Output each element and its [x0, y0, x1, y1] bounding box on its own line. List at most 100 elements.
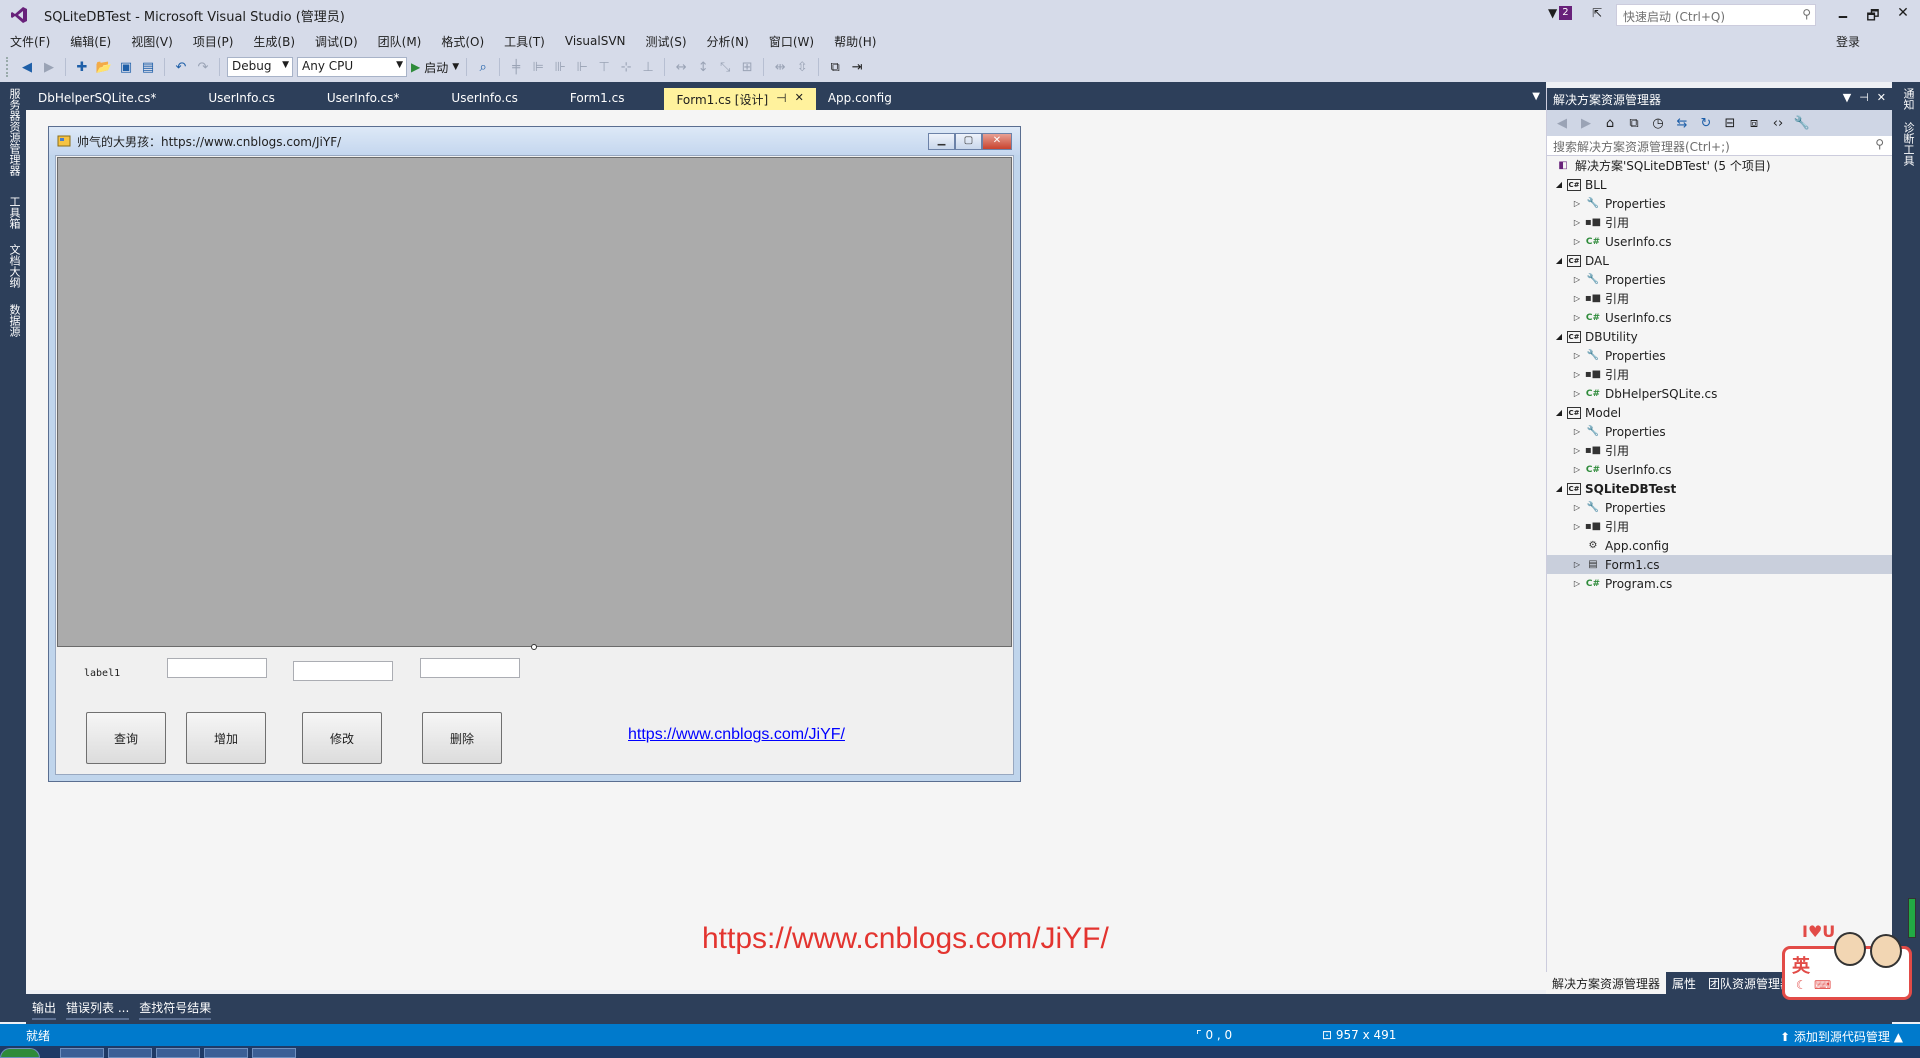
new-project-icon[interactable]: ✚	[73, 58, 91, 76]
tab-form1-designer[interactable]: Form1.cs [设计] ⊣ ✕	[664, 88, 816, 110]
menu-format[interactable]: 格式(O)	[431, 33, 494, 50]
taskbar-button[interactable]	[108, 1048, 152, 1058]
collapsed-arrow-icon[interactable]: ▷	[1571, 579, 1583, 588]
taskbar-button[interactable]	[156, 1048, 200, 1058]
tree-item[interactable]: ▷ 🔧 Properties	[1547, 498, 1892, 517]
tree-project-node[interactable]: ◢ C# DBUtility	[1547, 327, 1892, 346]
tree-item[interactable]: ▷ 🔧 Properties	[1547, 422, 1892, 441]
tree-project-node[interactable]: ◢ C# Model	[1547, 403, 1892, 422]
menu-build[interactable]: 生成(B)	[243, 33, 305, 50]
view-code-icon[interactable]: ‹›	[1769, 114, 1787, 132]
align-rights-icon[interactable]: ⊩	[573, 58, 591, 76]
collapsed-arrow-icon[interactable]: ▷	[1571, 465, 1583, 474]
tree-item[interactable]: ▷ ▤ Form1.cs	[1547, 555, 1892, 574]
tree-item[interactable]: ⚙ App.config	[1547, 536, 1892, 555]
collapsed-arrow-icon[interactable]: ▷	[1571, 313, 1583, 322]
make-same-size-icon[interactable]: ⤡	[716, 58, 734, 76]
align-to-grid-icon[interactable]: ╪	[507, 58, 525, 76]
tree-item[interactable]: ▷ C# Program.cs	[1547, 574, 1892, 593]
query-button[interactable]: 查询	[86, 712, 166, 764]
tab-solution-explorer[interactable]: 解决方案资源管理器	[1546, 972, 1667, 994]
resize-handle[interactable]	[531, 644, 537, 650]
notifications-tab[interactable]: 通知	[1900, 88, 1916, 110]
collapsed-arrow-icon[interactable]: ▷	[1571, 199, 1583, 208]
tab-output[interactable]: 输出	[32, 999, 57, 1020]
toolbar-grip[interactable]	[6, 57, 10, 77]
taskbar-button[interactable]	[60, 1048, 104, 1058]
properties-wrench-icon[interactable]: 🔧	[1793, 114, 1811, 132]
solution-explorer-search[interactable]: 搜索解决方案资源管理器(Ctrl+;) ⚲	[1547, 136, 1892, 156]
menu-file[interactable]: 文件(F)	[0, 33, 60, 50]
tree-project-node[interactable]: ◢ C# DAL	[1547, 251, 1892, 270]
horizontal-spacing-icon[interactable]: ⇹	[771, 58, 789, 76]
feedback-icon[interactable]: ⇱	[1592, 6, 1602, 20]
tree-item[interactable]: ▷ 🔧 Properties	[1547, 346, 1892, 365]
home-icon[interactable]: ⌂	[1601, 114, 1619, 132]
menu-analyze[interactable]: 分析(N)	[697, 33, 759, 50]
login-link[interactable]: 登录	[1836, 33, 1860, 50]
size-to-grid-icon[interactable]: ⊞	[738, 58, 756, 76]
tree-item[interactable]: ▷ ▪■ 引用	[1547, 365, 1892, 384]
diagnostic-tools-tab[interactable]: 诊断工具	[1900, 122, 1916, 166]
delete-button[interactable]: 删除	[422, 712, 502, 764]
tree-item[interactable]: ▷ C# DbHelperSQLite.cs	[1547, 384, 1892, 403]
tree-solution-node[interactable]: ◧ 解决方案'SQLiteDBTest' (5 个项目)	[1547, 156, 1892, 175]
forward-icon[interactable]: ▶	[1577, 114, 1595, 132]
menu-team[interactable]: 团队(M)	[368, 33, 432, 50]
close-button[interactable]: ✕	[1888, 5, 1918, 25]
switch-views-icon[interactable]: ⧉	[1625, 114, 1643, 132]
datagridview[interactable]	[57, 157, 1012, 647]
textbox-2[interactable]	[293, 661, 393, 681]
label1[interactable]: label1	[84, 668, 120, 679]
textbox-1[interactable]	[167, 658, 267, 678]
sync-icon[interactable]: ⇆	[1673, 114, 1691, 132]
quick-launch-input[interactable]: 快速启动 (Ctrl+Q) ⚲	[1616, 4, 1816, 26]
tree-item[interactable]: ▷ C# UserInfo.cs	[1547, 308, 1892, 327]
collapsed-arrow-icon[interactable]: ▷	[1571, 218, 1583, 227]
show-all-files-icon[interactable]: ⧈	[1745, 114, 1763, 132]
close-icon[interactable]: ✕	[1877, 91, 1886, 104]
close-tab-icon[interactable]: ✕	[795, 91, 804, 110]
align-middles-icon[interactable]: ⊹	[617, 58, 635, 76]
back-icon[interactable]: ◀	[18, 58, 36, 76]
tab-form1-code[interactable]: Form1.cs	[530, 88, 637, 110]
tree-item[interactable]: ▷ ▪■ 引用	[1547, 441, 1892, 460]
align-centers-icon[interactable]: ⊪	[551, 58, 569, 76]
make-same-width-icon[interactable]: ↔	[672, 58, 690, 76]
tab-dropdown-icon[interactable]: ▼	[1532, 91, 1540, 102]
pin-icon[interactable]: ⊣	[776, 91, 786, 110]
start-button[interactable]: ▶ 启动 ▼	[411, 59, 459, 76]
collapsed-arrow-icon[interactable]: ▷	[1571, 275, 1583, 284]
bring-to-front-icon[interactable]: ⧉	[826, 58, 844, 76]
save-all-icon[interactable]: ▤	[139, 58, 157, 76]
data-sources-tab[interactable]: 数据源	[6, 304, 22, 337]
collapsed-arrow-icon[interactable]: ▷	[1571, 370, 1583, 379]
make-same-height-icon[interactable]: ↕	[694, 58, 712, 76]
collapsed-arrow-icon[interactable]: ▷	[1571, 560, 1583, 569]
menu-help[interactable]: 帮助(H)	[824, 33, 886, 50]
align-tops-icon[interactable]: ⊤	[595, 58, 613, 76]
tree-project-node[interactable]: ◢ C# SQLiteDBTest	[1547, 479, 1892, 498]
menu-edit[interactable]: 编辑(E)	[60, 33, 121, 50]
redo-icon[interactable]: ↷	[194, 58, 212, 76]
expanded-arrow-icon[interactable]: ◢	[1553, 408, 1565, 417]
align-lefts-icon[interactable]: ⊫	[529, 58, 547, 76]
refresh-icon[interactable]: ↻	[1697, 114, 1715, 132]
tab-order-icon[interactable]: ⇥	[848, 58, 866, 76]
add-to-source-control-button[interactable]: ⬆ 添加到源代码管理 ▲	[1780, 1028, 1903, 1045]
expanded-arrow-icon[interactable]: ◢	[1553, 180, 1565, 189]
expanded-arrow-icon[interactable]: ◢	[1553, 332, 1565, 341]
menu-debug[interactable]: 调试(D)	[305, 33, 368, 50]
expanded-arrow-icon[interactable]: ◢	[1553, 484, 1565, 493]
tree-item[interactable]: ▷ 🔧 Properties	[1547, 270, 1892, 289]
server-explorer-tab[interactable]: 服务器资源管理器	[6, 88, 22, 176]
tab-error-list[interactable]: 错误列表 ...	[66, 999, 130, 1020]
platform-select[interactable]: Any CPU ▼	[297, 57, 407, 77]
collapsed-arrow-icon[interactable]: ▷	[1571, 351, 1583, 360]
collapsed-arrow-icon[interactable]: ▷	[1571, 427, 1583, 436]
tree-item[interactable]: ▷ ▪■ 引用	[1547, 517, 1892, 536]
form1-window[interactable]: 帅气的大男孩：https://www.cnblogs.com/JiYF/ ▁ ▢…	[48, 126, 1021, 782]
collapsed-arrow-icon[interactable]: ▷	[1571, 503, 1583, 512]
blog-link[interactable]: https://www.cnblogs.com/JiYF/	[628, 726, 845, 744]
collapsed-arrow-icon[interactable]: ▷	[1571, 294, 1583, 303]
